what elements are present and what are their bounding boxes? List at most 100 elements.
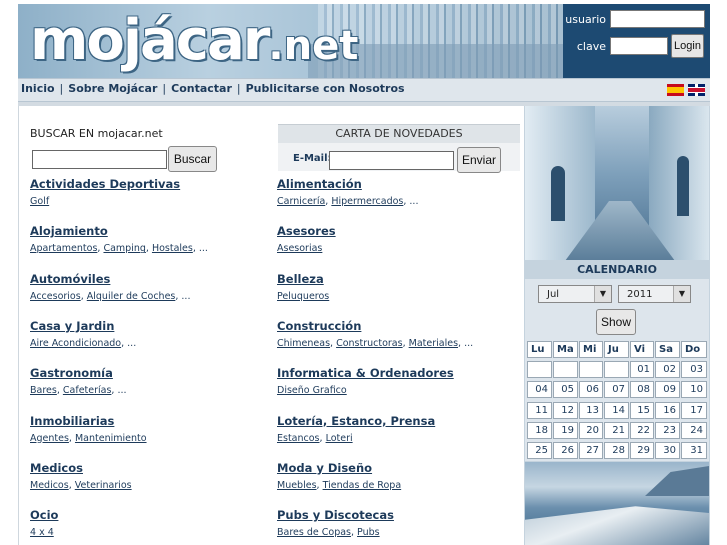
category-title-link[interactable]: Pubs y Discotecas <box>277 508 507 524</box>
subcategory-link-4-x-4[interactable]: 4 x 4 <box>30 527 54 538</box>
logo-banner[interactable]: mojácar.net <box>18 4 563 78</box>
calendar-day-cell[interactable]: 31 <box>681 442 707 460</box>
nav-item-publicitarse[interactable]: Publicitarse con Nosotros <box>246 82 405 95</box>
subcategory-link-estancos[interactable]: Estancos <box>277 433 320 444</box>
calendar-day-cell[interactable]: 19 <box>553 421 578 439</box>
calendar-day-cell[interactable]: 16 <box>655 401 680 419</box>
nav-item-inicio[interactable]: Inicio <box>21 82 55 95</box>
subcategory-link-asesorias[interactable]: Asesorias <box>277 243 322 254</box>
calendar-day-cell[interactable]: 30 <box>655 442 680 460</box>
subcategory-link-apartamentos[interactable]: Apartamentos <box>30 243 97 254</box>
subcategory-link-chimeneas[interactable]: Chimeneas <box>277 338 330 349</box>
subcategory-link-peluqueros[interactable]: Peluqueros <box>277 291 329 302</box>
subcategory-link-muebles[interactable]: Muebles <box>277 480 317 491</box>
spanish-flag-icon[interactable] <box>667 84 684 96</box>
calendar-day-cell[interactable]: 17 <box>681 401 707 419</box>
password-input[interactable] <box>610 37 668 55</box>
year-select-value: 2011 <box>627 289 653 300</box>
subcategory-link-golf[interactable]: Golf <box>30 196 49 207</box>
calendar-day-cell[interactable]: 02 <box>655 361 680 378</box>
subcategory-link-medicos[interactable]: Medicos <box>30 480 69 491</box>
category-title-link[interactable]: Casa y Jardin <box>30 319 260 335</box>
subcategory-link-veterinarios[interactable]: Veterinarios <box>75 480 132 491</box>
calendar-day-cell[interactable]: 04 <box>527 381 552 399</box>
calendar-day-cell[interactable]: 09 <box>655 381 680 399</box>
calendar-day-cell[interactable]: 14 <box>604 401 629 419</box>
subcategory-link-loteri[interactable]: Loteri <box>326 433 353 444</box>
calendar-day-cell[interactable]: 21 <box>604 421 629 439</box>
month-select[interactable]: Jul ▼ <box>538 285 612 303</box>
category-title-link[interactable]: Ocio <box>30 508 260 524</box>
calendar-day-cell[interactable]: 27 <box>579 442 603 460</box>
category-title-link[interactable]: Automóviles <box>30 272 260 288</box>
subcategory-link-pubs[interactable]: Pubs <box>357 527 380 538</box>
more-indicator: , ... <box>458 337 474 349</box>
calendar-day-cell[interactable]: 29 <box>630 442 654 460</box>
subcategory-link-constructoras[interactable]: Constructoras <box>336 338 403 349</box>
subcategory-link-alquiler-de-coches[interactable]: Alquiler de Coches <box>87 291 176 302</box>
chevron-down-icon[interactable]: ▼ <box>594 286 611 302</box>
subcategory-link-agentes[interactable]: Agentes <box>30 433 69 444</box>
newsletter-email-input[interactable] <box>329 151 454 170</box>
calendar-day-cell[interactable]: 06 <box>579 381 603 399</box>
calendar-day-cell[interactable]: 12 <box>553 401 578 419</box>
calendar-day-cell[interactable]: 18 <box>527 421 552 439</box>
year-select[interactable]: 2011 ▼ <box>618 285 691 303</box>
calendar-day-cell[interactable]: 28 <box>604 442 629 460</box>
calendar-day-cell[interactable]: 03 <box>681 361 707 378</box>
calendar-day-header: Do <box>681 341 707 358</box>
chevron-down-icon[interactable]: ▼ <box>673 286 690 302</box>
category-title-link[interactable]: Alojamiento <box>30 224 260 240</box>
subcategory-link-bares-de-copas[interactable]: Bares de Copas <box>277 527 351 538</box>
subcategory-link-tiendas-de-ropa[interactable]: Tiendas de Ropa <box>323 480 402 491</box>
category-title-link[interactable]: Lotería, Estanco, Prensa <box>277 414 507 430</box>
subcategory-link-camping[interactable]: Camping <box>103 243 145 254</box>
calendar-day-cell[interactable]: 26 <box>553 442 578 460</box>
calendar-day-cell[interactable]: 24 <box>681 421 707 439</box>
subcategory-link-carniceria[interactable]: Carnicería <box>277 196 325 207</box>
category-title-link[interactable]: Medicos <box>30 461 260 477</box>
category-title-link[interactable]: Inmobiliarias <box>30 414 260 430</box>
search-button[interactable]: Buscar <box>168 146 217 172</box>
uk-flag-icon[interactable] <box>688 84 705 96</box>
calendar-day-cell[interactable]: 15 <box>630 401 654 419</box>
calendar-day-cell[interactable]: 25 <box>527 442 552 460</box>
subcategory-link-cafeterias[interactable]: Cafeterías <box>63 385 112 396</box>
main-content: BUSCAR EN mojacar.net Buscar CARTA DE NO… <box>18 106 524 545</box>
category-title-link[interactable]: Construcción <box>277 319 507 335</box>
nav-item-sobre-mojacar[interactable]: Sobre Mojácar <box>68 82 157 95</box>
calendar-empty-cell <box>527 361 552 378</box>
subcategory-link-diseno-grafico[interactable]: Diseño Grafico <box>277 385 347 396</box>
category-title-link[interactable]: Belleza <box>277 272 507 288</box>
username-input[interactable] <box>610 10 705 28</box>
category-title-link[interactable]: Gastronomía <box>30 366 260 382</box>
calendar-day-cell[interactable]: 23 <box>655 421 680 439</box>
calendar-day-cell[interactable]: 07 <box>604 381 629 399</box>
calendar-day-cell[interactable]: 11 <box>527 401 552 419</box>
calendar-show-button[interactable]: Show <box>596 309 636 335</box>
calendar-day-cell[interactable]: 20 <box>579 421 603 439</box>
subcategory-link-bares[interactable]: Bares <box>30 385 57 396</box>
subcategory-link-hipermercados[interactable]: Hipermercados <box>331 196 403 207</box>
calendar-day-cell[interactable]: 08 <box>630 381 654 399</box>
category-title-link[interactable]: Asesores <box>277 224 507 240</box>
category-title-link[interactable]: Moda y Diseño <box>277 461 507 477</box>
nav-item-contactar[interactable]: Contactar <box>171 82 232 95</box>
login-button[interactable]: Login <box>671 34 704 58</box>
subcategory-link-hostales[interactable]: Hostales <box>152 243 193 254</box>
subcategory-link-accesorios[interactable]: Accesorios <box>30 291 81 302</box>
calendar-day-cell[interactable]: 13 <box>579 401 603 419</box>
subcategory-link-aire-acondicionado[interactable]: Aire Acondicionado <box>30 338 121 349</box>
category-title-link[interactable]: Alimentación <box>277 177 507 193</box>
calendar-day-cell[interactable]: 22 <box>630 421 654 439</box>
calendar-day-cell[interactable]: 01 <box>630 361 654 378</box>
more-indicator: , ... <box>111 385 127 397</box>
calendar-day-cell[interactable]: 05 <box>553 381 578 399</box>
category-title-link[interactable]: Actividades Deportivas <box>30 177 260 193</box>
newsletter-submit-button[interactable]: Enviar <box>457 147 501 173</box>
category-title-link[interactable]: Informatica & Ordenadores <box>277 366 507 382</box>
subcategory-link-materiales[interactable]: Materiales <box>409 338 458 349</box>
search-input[interactable] <box>32 150 167 169</box>
subcategory-link-mantenimiento[interactable]: Mantenimiento <box>75 433 147 444</box>
calendar-day-cell[interactable]: 10 <box>681 381 707 399</box>
